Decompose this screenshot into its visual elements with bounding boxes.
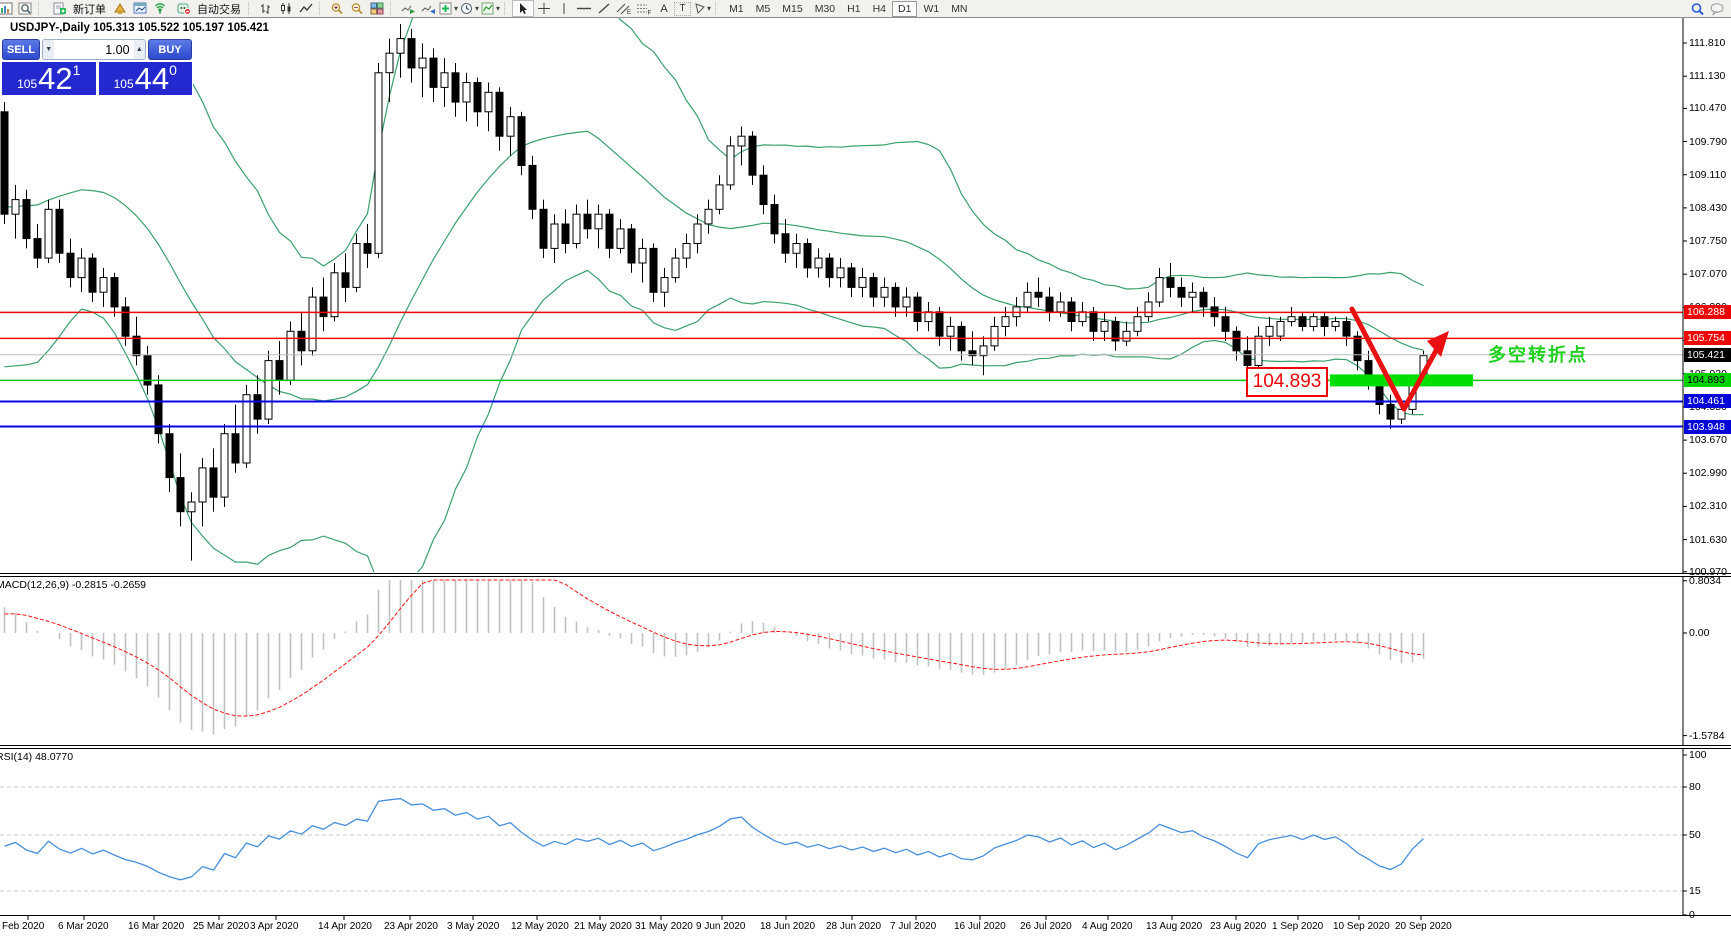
x-axis-tick: 14 Apr 2020 [318,921,372,932]
chart-canvas[interactable] [0,0,1731,936]
x-axis-tick: 23 Aug 2020 [1210,921,1267,932]
x-axis-tick: 23 Apr 2020 [384,921,438,932]
sell-price-display[interactable]: 105 42 1 [2,62,96,95]
price-axis-flag: 106.288 [1684,305,1731,319]
y-axis-tick: 110.470 [1689,102,1727,114]
x-axis-tick: Feb 2020 [2,921,45,932]
x-axis-tick: 1 Sep 2020 [1272,921,1324,932]
x-axis-tick: 31 May 2020 [635,921,693,932]
x-axis-tick: 7 Jul 2020 [890,921,937,932]
y-axis-tick: 111.810 [1689,37,1726,49]
x-axis-tick: 20 Sep 2020 [1395,921,1452,932]
annotation-price-label[interactable]: 104.893 [1246,367,1328,397]
pane-separator[interactable] [0,745,1731,749]
rsi-indicator-label: RSI(14) 48.0770 [0,751,74,763]
y-axis-tick: 102.990 [1689,467,1727,479]
macd-axis-tick: -1.5784 [1689,730,1725,742]
y-axis-tick: 107.750 [1689,235,1727,247]
y-axis-tick: 109.110 [1689,169,1727,181]
x-axis-tick: 3 May 2020 [447,921,500,932]
pane-separator[interactable] [0,573,1731,577]
x-axis-tick: 16 Jul 2020 [954,921,1006,932]
y-axis-tick: 108.430 [1689,202,1727,214]
x-axis-tick: 10 Sep 2020 [1333,921,1390,932]
macd-axis-tick: 0.8034 [1689,575,1722,587]
volume-input[interactable] [54,41,134,58]
macd-indicator-label: MACD(12,26,9) -0.2815 -0.2659 [0,579,146,591]
price-axis-flag: 104.893 [1684,373,1731,387]
sell-button[interactable]: SELL [2,39,40,60]
buy-button[interactable]: BUY [148,39,192,60]
x-axis-tick: 6 Mar 2020 [58,921,109,932]
bollinger-lower-band [4,269,1424,572]
sell-price-point: 1 [72,62,81,78]
x-axis-tick: 13 Aug 2020 [1146,921,1203,932]
y-axis-tick: 109.790 [1689,136,1727,148]
rsi-axis-tick: 80 [1689,781,1701,793]
price-axis-flag: 103.948 [1684,420,1731,434]
price-axis-flag: 105.754 [1684,331,1731,345]
x-axis-tick: 26 Jul 2020 [1020,921,1072,932]
annotation-note-text[interactable]: 多空转折点 [1488,341,1588,367]
price-axis-flag: 105.421 [1684,348,1731,362]
y-axis-tick: 102.310 [1689,500,1727,512]
rsi-axis-tick: 15 [1689,885,1701,897]
rsi-line [4,797,1424,881]
y-axis-tick: 101.630 [1689,534,1727,546]
y-axis-tick: 103.670 [1689,434,1727,446]
x-axis-tick: 21 May 2020 [574,921,632,932]
x-axis-tick: 3 Apr 2020 [250,921,299,932]
y-axis-tick: 111.130 [1689,70,1726,82]
buy-price-pips: 44 [134,61,170,96]
support-zone-rect[interactable] [1330,374,1473,387]
x-axis-tick: 9 Jun 2020 [696,921,746,932]
x-axis-tick: 28 Jun 2020 [826,921,882,932]
chart-title: USDJPY-,Daily 105.313 105.522 105.197 10… [10,22,269,34]
rsi-pane[interactable] [0,786,1683,892]
buy-price-display[interactable]: 105 44 0 [98,61,192,96]
macd-axis-tick: 0.00 [1689,627,1710,639]
macd-signal-line [4,579,1424,717]
volume-decrease-button[interactable]: ▼ [43,40,55,59]
rsi-axis-tick: 0 [1689,909,1695,921]
rsi-axis-tick: 100 [1689,749,1707,761]
reversal-arrow-head [1427,331,1449,357]
chart-bottom-border [0,915,1731,916]
x-axis-tick: 25 Mar 2020 [193,921,250,932]
one-click-trading-panel: SELL ▼ ▲ BUY 105 42 1 105 44 0 [1,38,193,96]
x-axis-tick: 4 Aug 2020 [1082,921,1133,932]
sell-price-figure: 105 [17,77,38,91]
volume-increase-button[interactable]: ▲ [133,40,145,59]
price-axis-flag: 104.461 [1684,394,1731,408]
bollinger-upper-band [4,18,1424,290]
x-axis-tick: 12 May 2020 [511,921,569,932]
mt4-window: 新订单 自动交易 ▾ ▾ ▾ E F A T ▾ M1 M5 M15 M30 H… [0,0,1731,936]
sell-price-pips: 42 [38,61,73,96]
bollinger-middle-band [4,130,1424,402]
x-axis-tick: 18 Jun 2020 [760,921,816,932]
y-axis-tick: 107.070 [1689,268,1727,280]
main-pane[interactable] [0,0,1683,595]
buy-price-point: 0 [169,62,177,78]
rsi-axis-tick: 50 [1689,829,1701,841]
candles [0,24,1428,561]
macd-pane[interactable] [3,579,1425,735]
x-axis-tick: 16 Mar 2020 [128,921,185,932]
buy-price-figure: 105 [113,77,134,91]
